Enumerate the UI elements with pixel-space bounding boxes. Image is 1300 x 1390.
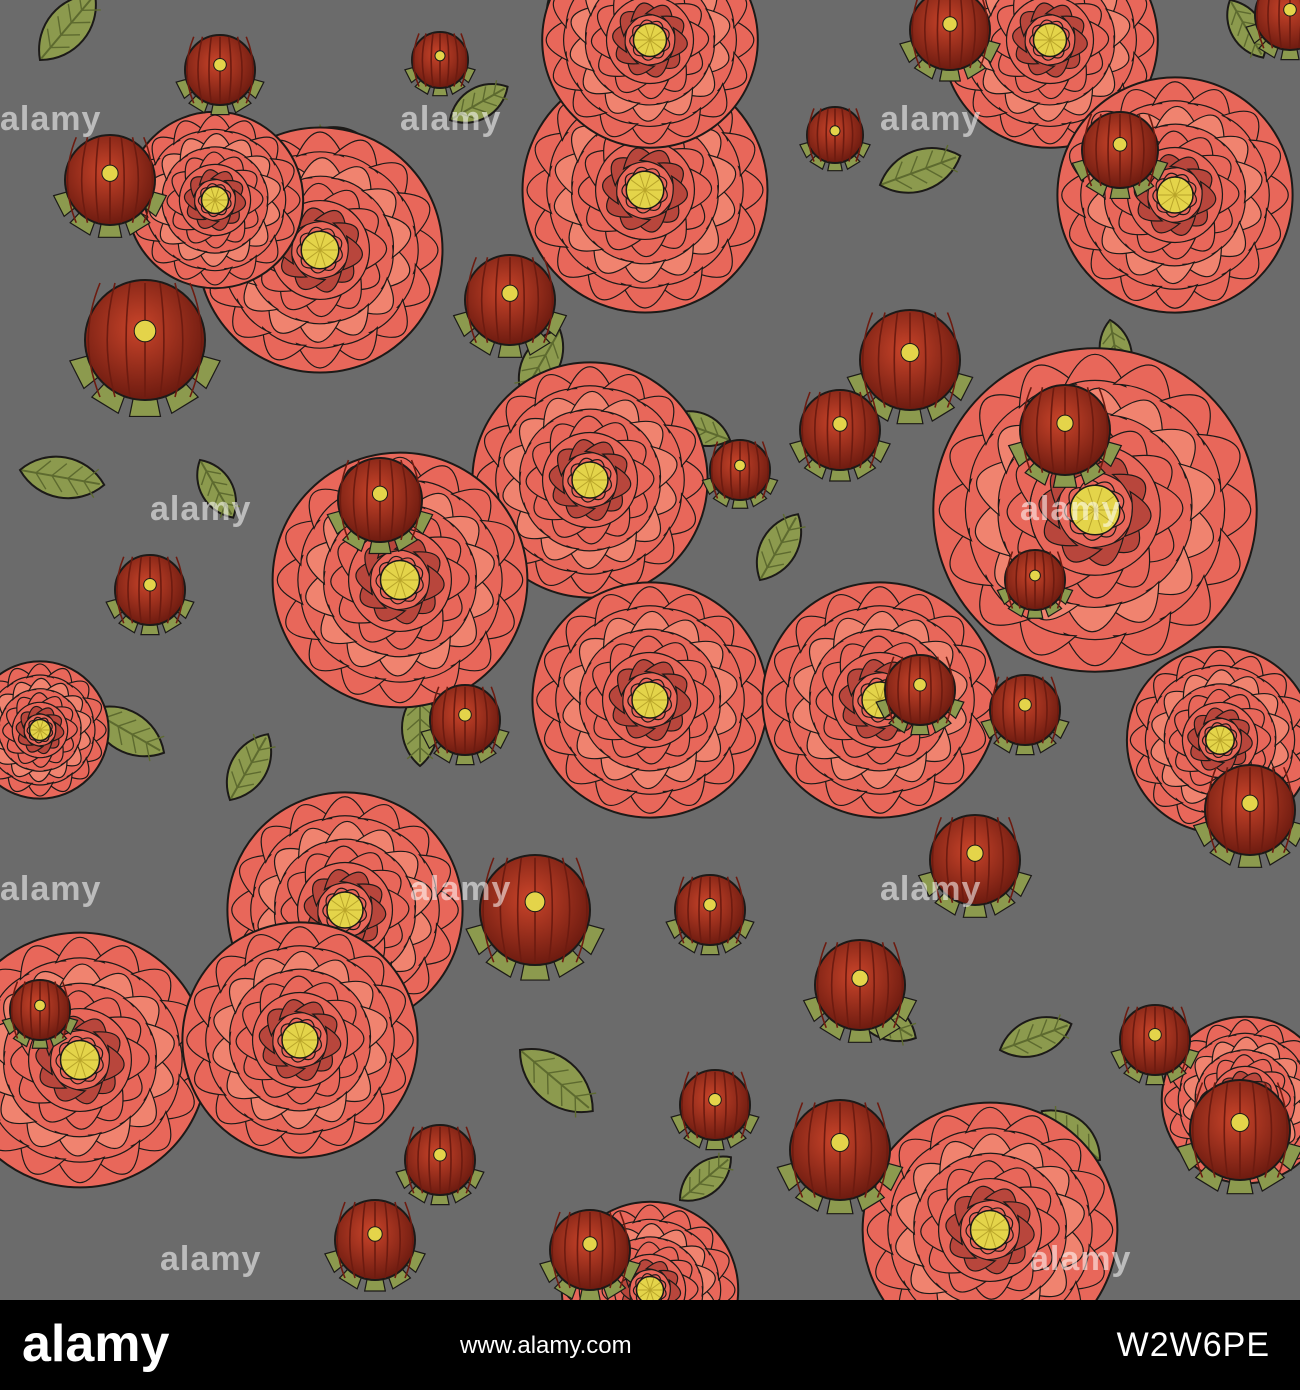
dahlia-flower xyxy=(181,921,419,1159)
dahlia-flower xyxy=(531,581,769,819)
alamy-logo: alamy xyxy=(22,1314,169,1374)
dahlia-flower xyxy=(761,581,999,819)
stock-footer-bar: alamy www.alamy.com W2W6PE xyxy=(0,1300,1300,1390)
logo-text: alamy xyxy=(22,1315,170,1373)
dahlia-flower xyxy=(1056,76,1294,314)
flower-bud xyxy=(899,0,1001,82)
flower-bud xyxy=(996,549,1074,619)
footer-url: www.alamy.com xyxy=(460,1332,632,1359)
flower-bud xyxy=(701,439,779,509)
floral-pattern-image xyxy=(0,0,1300,1300)
image-id: W2W6PE xyxy=(1116,1326,1270,1364)
flower-bud xyxy=(404,31,476,97)
flower-bud xyxy=(1,979,79,1049)
flower-bud xyxy=(799,106,871,172)
